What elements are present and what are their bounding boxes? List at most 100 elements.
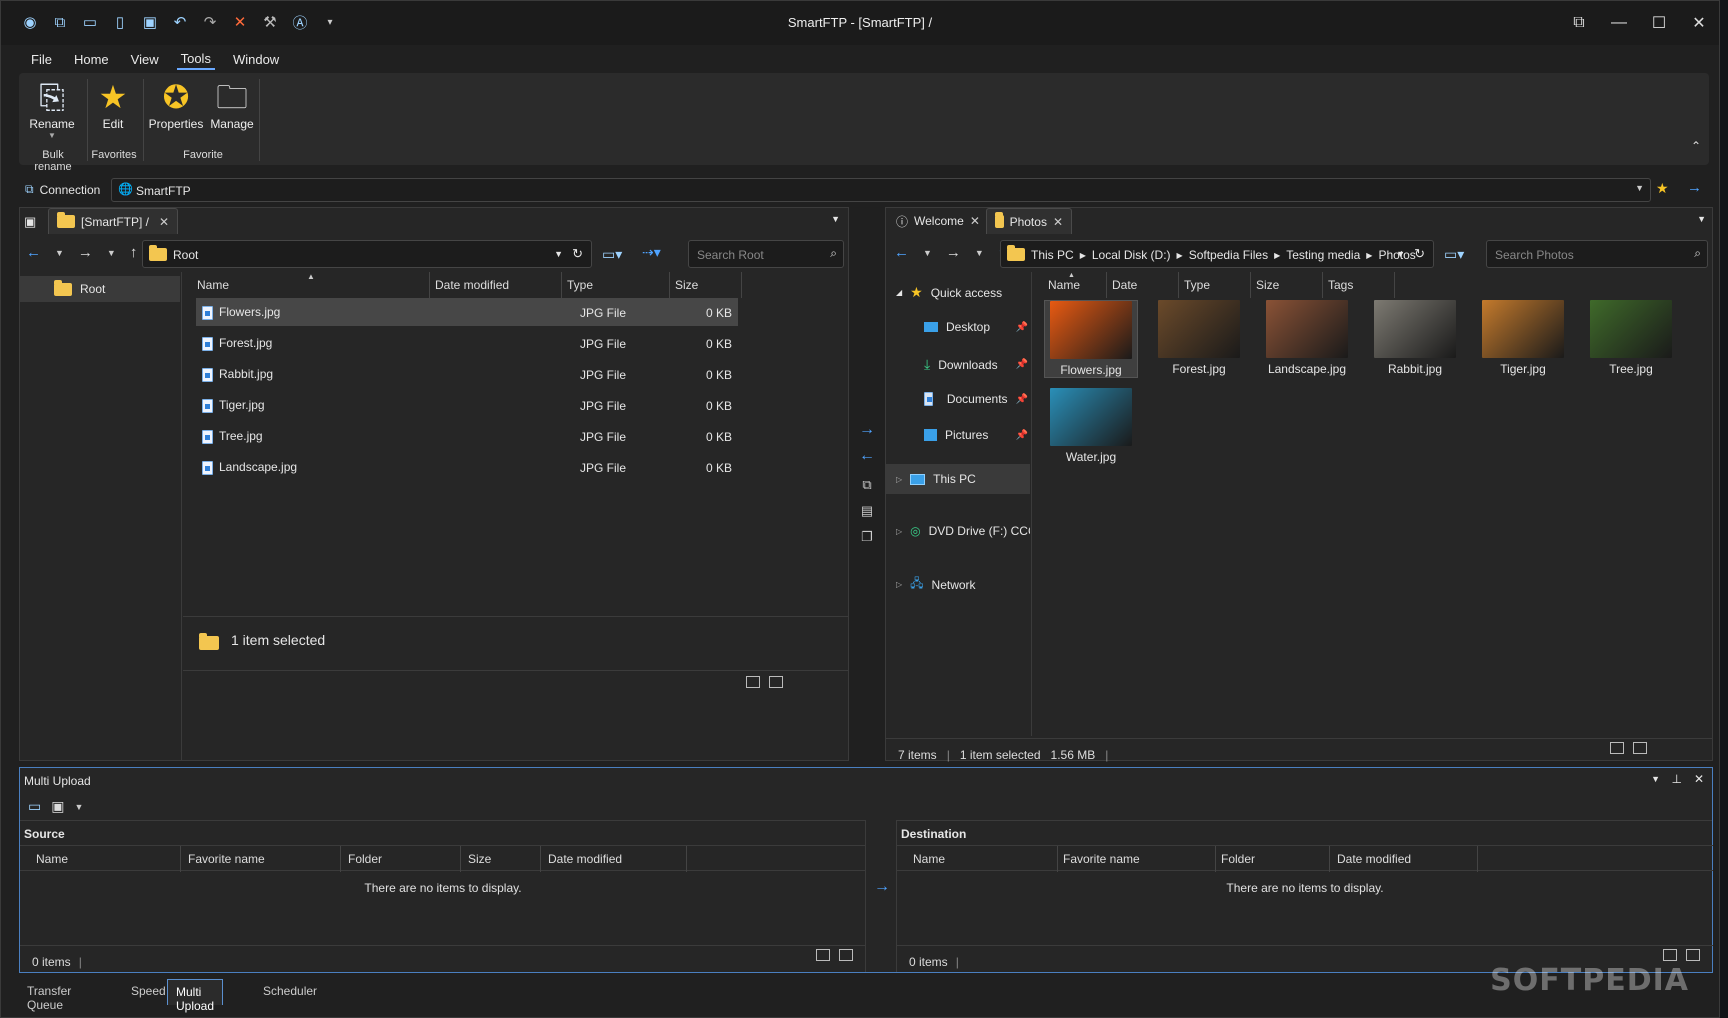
table-row[interactable]: Tree.jpg JPG File 0 KB: [196, 422, 738, 450]
col-size[interactable]: Size: [468, 852, 491, 866]
local-breadcrumb[interactable]: This PC ▶ Local Disk (D:) ▶ Softpedia File…: [1000, 240, 1434, 268]
refresh-icon[interactable]: ↻: [572, 246, 583, 262]
menu-view[interactable]: View: [127, 50, 163, 69]
close-button[interactable]: ✕: [1679, 9, 1719, 37]
refresh-icon[interactable]: ↻: [1414, 246, 1425, 262]
remote-address-bar[interactable]: Root ▼ ↻: [142, 240, 592, 268]
menu-tools[interactable]: Tools: [176, 49, 215, 70]
nav-downloads[interactable]: ⤓ Downloads 📌: [924, 356, 1028, 373]
menu-file[interactable]: File: [27, 50, 56, 69]
download-arrow-icon[interactable]: ←: [855, 447, 879, 477]
pin-icon[interactable]: ⊥: [1672, 772, 1682, 786]
close-panel-icon[interactable]: ✕: [1694, 772, 1704, 786]
thumbnail-item[interactable]: Rabbit.jpg: [1368, 300, 1462, 376]
column-divider[interactable]: [1329, 846, 1330, 872]
expand-icon[interactable]: ▷: [896, 580, 902, 589]
details-view-icon[interactable]: [1663, 949, 1677, 961]
thumbnail-item[interactable]: Water.jpg: [1044, 388, 1138, 464]
expand-icon[interactable]: ▷: [896, 527, 902, 536]
search-photos-input[interactable]: Search Photos ⌕: [1486, 240, 1708, 268]
crumb-this-pc[interactable]: This PC: [1031, 248, 1074, 262]
add-favorite-star-icon[interactable]: ★: [1656, 180, 1669, 197]
panel-options-dropdown-icon[interactable]: ▼: [1651, 774, 1660, 784]
tab-welcome[interactable]: ⓘ Welcome ✕: [888, 208, 984, 234]
table-row[interactable]: Forest.jpg JPG File 0 KB: [196, 329, 738, 357]
crumb-local-disk[interactable]: Local Disk (D:): [1092, 248, 1171, 262]
forward-icon[interactable]: →: [946, 244, 961, 261]
thumbnails-view-icon[interactable]: [1633, 742, 1648, 754]
column-divider[interactable]: [1106, 272, 1107, 298]
column-divider[interactable]: [1250, 272, 1251, 298]
pin-icon[interactable]: 📌: [1016, 322, 1028, 333]
history-dropdown-icon[interactable]: ▼: [55, 248, 64, 258]
search-root-input[interactable]: Search Root ⌕: [688, 240, 844, 268]
properties-button[interactable]: ✪ Properties: [147, 77, 205, 131]
pin-icon[interactable]: 📌: [1016, 394, 1028, 405]
manage-button[interactable]: 🗀 Manage: [207, 77, 257, 131]
queue-add-icon[interactable]: ⧉: [855, 477, 879, 503]
search-icon[interactable]: ⌕: [830, 246, 837, 261]
column-divider[interactable]: [686, 846, 687, 872]
pin-icon[interactable]: 📌: [1016, 359, 1028, 370]
upload-arrow-icon[interactable]: →: [855, 421, 879, 447]
nav-this-pc[interactable]: ▷ This PC: [896, 472, 976, 486]
column-divider[interactable]: [1057, 846, 1058, 872]
col-name[interactable]: Name: [36, 852, 68, 866]
queue-transfer-icon[interactable]: ▤: [855, 503, 879, 529]
expand-icon[interactable]: ▷: [896, 475, 902, 484]
column-divider[interactable]: [340, 846, 341, 872]
col-name[interactable]: Name: [913, 852, 945, 866]
connect-arrow-icon[interactable]: →: [1687, 179, 1702, 196]
transfer-arrow-icon[interactable]: →: [874, 878, 890, 896]
chevron-down-icon[interactable]: ▼: [1635, 183, 1644, 193]
thumbnail-item[interactable]: Forest.jpg: [1152, 300, 1246, 376]
close-tab-icon[interactable]: ✕: [159, 215, 169, 229]
close-tab-icon[interactable]: ✕: [1053, 215, 1063, 229]
address-dropdown-icon[interactable]: ▼: [1396, 249, 1405, 259]
save-icon[interactable]: ▣: [51, 798, 64, 815]
column-divider[interactable]: [1394, 272, 1395, 298]
col-favorite-name[interactable]: Favorite name: [188, 852, 265, 866]
tab-photos[interactable]: Photos ✕: [986, 208, 1072, 234]
tab-list-dropdown-icon[interactable]: ▼: [1697, 214, 1706, 224]
thumbnail-item[interactable]: Landscape.jpg: [1260, 300, 1354, 376]
back-icon[interactable]: ←: [894, 244, 909, 261]
tab-transfer-queue[interactable]: Transfer Queue: [19, 979, 79, 1012]
table-row[interactable]: Tiger.jpg JPG File 0 KB: [196, 391, 738, 419]
search-icon[interactable]: ⌕: [1694, 246, 1701, 261]
thumbnails-view-icon[interactable]: [1686, 949, 1701, 961]
nav-desktop[interactable]: Desktop 📌: [924, 320, 1028, 334]
column-divider[interactable]: [1178, 272, 1179, 298]
table-row[interactable]: Landscape.jpg JPG File 0 KB: [196, 453, 738, 481]
up-icon[interactable]: ↑: [130, 244, 138, 261]
menu-window[interactable]: Window: [229, 50, 283, 69]
address-dropdown-icon[interactable]: ▼: [554, 249, 563, 259]
thumbnails-view-icon[interactable]: [839, 949, 854, 961]
copy-icon[interactable]: ❐: [855, 529, 879, 555]
maximize-button[interactable]: ☐: [1639, 9, 1679, 37]
crumb-softpedia-files[interactable]: Softpedia Files: [1189, 248, 1268, 262]
column-divider[interactable]: [669, 272, 670, 298]
details-view-icon[interactable]: [816, 949, 830, 961]
rename-button[interactable]: ⎘ Rename ▼: [27, 77, 77, 140]
col-date[interactable]: Date: [1112, 278, 1137, 292]
thumbnail-item[interactable]: Tiger.jpg: [1476, 300, 1570, 376]
tab-smartftp-root[interactable]: [SmartFTP] / ✕: [48, 208, 178, 234]
expand-icon[interactable]: ◢: [896, 288, 902, 297]
column-divider[interactable]: [1215, 846, 1216, 872]
col-size[interactable]: Size: [1256, 278, 1279, 292]
col-type[interactable]: Type: [567, 278, 593, 292]
col-name[interactable]: Name: [1048, 278, 1080, 292]
history-dropdown-icon-2[interactable]: ▼: [107, 248, 116, 258]
restore-icon[interactable]: ⧉: [1559, 9, 1599, 37]
thumbnail-item[interactable]: Tree.jpg: [1584, 300, 1678, 376]
collapse-ribbon-icon[interactable]: ⌃: [1691, 139, 1701, 153]
details-view-icon[interactable]: [746, 676, 760, 688]
col-type[interactable]: Type: [1184, 278, 1210, 292]
connection-address-input[interactable]: 🌐 SmartFTP ▼: [111, 178, 1651, 202]
tab-multi-upload[interactable]: Multi Upload: [167, 979, 224, 1013]
minimize-button[interactable]: —: [1599, 9, 1639, 37]
thumbnail-item[interactable]: Flowers.jpg: [1044, 300, 1138, 378]
tab-list-dropdown-icon[interactable]: ▼: [831, 214, 840, 224]
tab-scheduler[interactable]: Scheduler: [255, 979, 325, 1005]
